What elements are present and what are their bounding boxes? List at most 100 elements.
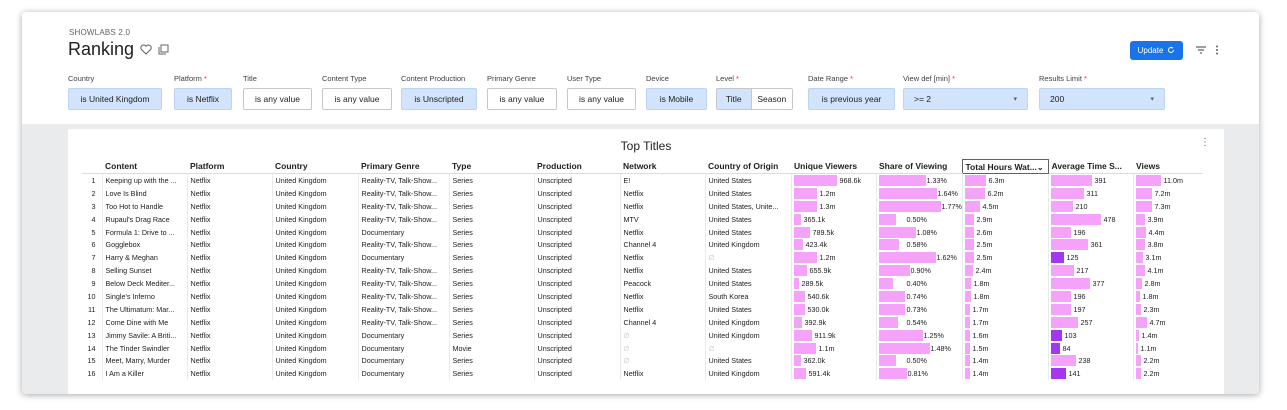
table-row[interactable]: 14 The Tinder Swindler Netflix United Kingd… bbox=[82, 341, 1203, 355]
column-header-average-time-s[interactable]: Average Time S... bbox=[1048, 159, 1133, 174]
platform-filter-chip[interactable]: is Netflix bbox=[174, 88, 232, 110]
table-body: 1 Keeping up with the ... Netflix United Ki… bbox=[82, 173, 1203, 381]
column-header-platform[interactable]: Platform bbox=[187, 159, 272, 174]
views-value: 2.8m bbox=[1144, 279, 1161, 289]
update-button[interactable]: Update bbox=[1130, 41, 1183, 60]
cell-share-of-viewing: 1.08% bbox=[875, 225, 962, 239]
cell-network: Netflix bbox=[619, 225, 705, 239]
cell-views: 3.9m bbox=[1132, 212, 1203, 226]
cell-content: Meet, Marry, Murder bbox=[101, 354, 187, 368]
total-hours-watched-value: 2.5m bbox=[976, 253, 993, 263]
cell-origin: United Kingdom bbox=[704, 238, 791, 252]
cell-share-of-viewing: 0.58% bbox=[875, 238, 962, 252]
cell-country: United Kingdom bbox=[271, 315, 358, 329]
cell-total-hours-watched: 6.2m bbox=[961, 186, 1048, 200]
content-production-filter-chip[interactable]: is Unscripted bbox=[401, 88, 477, 110]
views-value: 2.2m bbox=[1143, 369, 1160, 379]
more-vert-icon[interactable] bbox=[1215, 42, 1219, 60]
cell-production: Unscripted bbox=[533, 341, 620, 355]
country-filter-chip[interactable]: is United Kingdom bbox=[68, 88, 162, 110]
share-of-viewing-value: 0.90% bbox=[910, 266, 931, 276]
table-row[interactable]: 3 Too Hot to Handle Netflix United Kingdom R… bbox=[82, 199, 1203, 213]
table-row[interactable]: 13 Jimmy Savile: A Briti... Netflix United … bbox=[82, 328, 1203, 342]
cell-average-time-spent: 197 bbox=[1047, 302, 1133, 316]
table-row[interactable]: 12 Come Dine with Me Netflix United Kingdom… bbox=[82, 315, 1203, 329]
column-header-share-of-viewing[interactable]: Share of Viewing bbox=[876, 159, 962, 174]
cell-country: United Kingdom bbox=[271, 264, 358, 278]
level-season-option[interactable]: Season bbox=[752, 89, 792, 109]
cell-production: Unscripted bbox=[533, 290, 620, 303]
table-row[interactable]: 4 Rupaul's Drag Race Netflix United Kingdom… bbox=[82, 212, 1203, 226]
table-row[interactable]: 15 Meet, Marry, Murder Netflix United Kingd… bbox=[82, 354, 1203, 368]
share-of-viewing-bar bbox=[878, 239, 899, 251]
table-row[interactable]: 7 Harry & Meghan Netflix United Kingdom Docu… bbox=[82, 251, 1203, 265]
view-def-select[interactable]: >= 2 ▾ bbox=[903, 88, 1028, 110]
filter-results-limit: Results Limit * 200 ▾ bbox=[1039, 74, 1165, 110]
cell-genre: Reality-TV, Talk-Show... bbox=[357, 290, 449, 303]
cell-country: United Kingdom bbox=[271, 199, 358, 213]
content-type-filter-chip[interactable]: is any value bbox=[322, 88, 392, 110]
column-header-views[interactable]: Views bbox=[1133, 159, 1203, 174]
average-time-spent-value: 84 bbox=[1062, 343, 1071, 353]
column-header-content[interactable]: Content bbox=[102, 159, 187, 174]
column-header-type[interactable]: Type bbox=[449, 159, 534, 174]
cell-average-time-spent: 478 bbox=[1047, 212, 1133, 226]
cell-genre: Documentary bbox=[357, 341, 449, 355]
table-row[interactable]: 10 Single's Inferno Netflix United Kingdom R… bbox=[82, 290, 1203, 303]
share-of-viewing-bar bbox=[878, 278, 893, 290]
cell-origin: United Kingdom bbox=[704, 367, 791, 381]
views-value: 4.1m bbox=[1147, 266, 1164, 276]
title-filter-chip[interactable]: is any value bbox=[243, 88, 312, 110]
column-header-primary-genre[interactable]: Primary Genre bbox=[358, 159, 449, 174]
cell-average-time-spent: 257 bbox=[1047, 315, 1133, 329]
page-title: Ranking bbox=[68, 39, 135, 59]
average-time-spent-bar bbox=[1050, 291, 1071, 303]
average-time-spent-bar bbox=[1050, 200, 1073, 212]
cell-total-hours-watched: 1.6m bbox=[961, 328, 1048, 342]
table-row[interactable]: 2 Love Is Blind Netflix United Kingdom Reali… bbox=[82, 186, 1203, 200]
table-row[interactable]: 9 Below Deck Mediter... Netflix United King… bbox=[82, 277, 1203, 291]
results-limit-select[interactable]: 200 ▾ bbox=[1039, 88, 1165, 110]
date-range-filter-chip[interactable]: is previous year bbox=[808, 88, 895, 110]
cell-n: 1 bbox=[91, 175, 96, 185]
cell-average-time-spent: 217 bbox=[1047, 264, 1133, 278]
unique-viewers-value: 591.4k bbox=[808, 369, 831, 379]
title-row: Ranking bbox=[68, 39, 169, 60]
copy-icon[interactable] bbox=[158, 44, 169, 55]
views-value: 4.4m bbox=[1148, 227, 1165, 237]
cell-production: Unscripted bbox=[533, 367, 620, 381]
card-more-vert-icon[interactable]: ⋮ bbox=[1200, 137, 1210, 148]
table-row[interactable]: 1 Keeping up with the ... Netflix United Ki… bbox=[82, 173, 1203, 187]
column-header-country[interactable]: Country bbox=[272, 159, 358, 174]
level-title-option[interactable]: Title bbox=[717, 89, 752, 109]
column-header-network[interactable]: Network bbox=[620, 159, 705, 174]
cell-average-time-spent: 210 bbox=[1047, 199, 1133, 213]
cell-total-hours-watched: 1.8m bbox=[961, 277, 1048, 291]
filter-icon[interactable] bbox=[1195, 42, 1207, 60]
table-row[interactable]: 8 Selling Sunset Netflix United Kingdom Real… bbox=[82, 264, 1203, 278]
user-type-filter-chip[interactable]: is any value bbox=[567, 88, 636, 110]
column-header-country-of-origin[interactable]: Country of Origin bbox=[705, 159, 791, 174]
average-time-spent-value: 141 bbox=[1068, 369, 1081, 379]
unique-viewers-bar bbox=[793, 213, 801, 225]
views-value: 3.1m bbox=[1145, 253, 1162, 263]
column-header-unique-viewers[interactable]: Unique Viewers bbox=[791, 159, 876, 174]
cell-content: Gogglebox bbox=[101, 238, 187, 252]
table-row[interactable]: 6 Gogglebox Netflix United Kingdom Reality-T… bbox=[82, 238, 1203, 252]
cell-origin: United States bbox=[704, 225, 791, 239]
cell-genre: Reality-TV, Talk-Show... bbox=[357, 315, 449, 329]
device-filter-chip[interactable]: is Mobile bbox=[646, 88, 707, 110]
table-row[interactable]: 11 The Ultimatum: Mar... Netflix United Kin… bbox=[82, 302, 1203, 316]
views-bar bbox=[1135, 368, 1141, 380]
cell-share-of-viewing: 0.74% bbox=[875, 290, 962, 303]
cell-average-time-spent: 196 bbox=[1047, 290, 1133, 303]
sort-chevron-icon[interactable]: ⌄ bbox=[1037, 163, 1044, 172]
cell-share-of-viewing: 1.62% bbox=[875, 251, 962, 265]
column-header-production[interactable]: Production bbox=[534, 159, 620, 174]
column-header-total-hours-wat[interactable]: Total Hours Wat...⌄ bbox=[961, 159, 1049, 174]
table-row[interactable]: 16 I Am a Killer Netflix United Kingdom Docu… bbox=[82, 367, 1203, 381]
favorite-heart-icon[interactable] bbox=[140, 44, 152, 55]
table-row[interactable]: 5 Formula 1: Drive to ... Netflix United Ki… bbox=[82, 225, 1203, 239]
cell-average-time-spent: 84 bbox=[1047, 341, 1133, 355]
primary-genre-filter-chip[interactable]: is any value bbox=[487, 88, 557, 110]
